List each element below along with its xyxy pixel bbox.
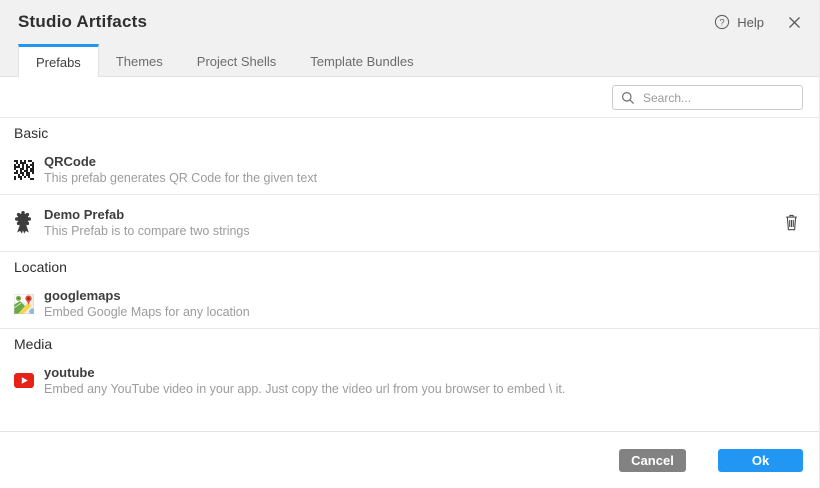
list-item-googlemaps[interactable]: googlemaps Embed Google Maps for any loc… xyxy=(0,280,819,329)
list-item-youtube[interactable]: youtube Embed any YouTube video in your … xyxy=(0,357,819,405)
search-input[interactable] xyxy=(641,90,794,106)
section-header-basic: Basic xyxy=(0,118,819,146)
item-text: googlemaps Embed Google Maps for any loc… xyxy=(44,287,803,320)
cancel-button[interactable]: Cancel xyxy=(619,449,686,472)
help-label: Help xyxy=(737,15,764,30)
item-title: Demo Prefab xyxy=(44,207,782,223)
tab-bar: Prefabs Themes Project Shells Template B… xyxy=(0,44,819,77)
prefabs-list: Basic xyxy=(0,118,819,405)
item-title: QRCode xyxy=(44,154,803,170)
close-icon[interactable] xyxy=(788,16,801,29)
item-description: Embed Google Maps for any location xyxy=(44,305,803,320)
studio-artifacts-dialog: Studio Artifacts ? Help Prefabs Themes P… xyxy=(0,0,820,488)
dialog-footer: Cancel Ok xyxy=(0,431,819,488)
list-item-demo-prefab[interactable]: Demo Prefab This Prefab is to compare tw… xyxy=(0,195,819,252)
item-text: QRCode This prefab generates QR Code for… xyxy=(44,153,803,186)
section-header-media: Media xyxy=(0,329,819,357)
help-icon: ? xyxy=(714,14,730,30)
dialog-title: Studio Artifacts xyxy=(18,12,147,32)
item-title: youtube xyxy=(44,365,803,381)
svg-text:?: ? xyxy=(720,17,725,28)
ok-button[interactable]: Ok xyxy=(718,449,803,472)
item-text: youtube Embed any YouTube video in your … xyxy=(44,364,803,397)
header-actions: ? Help xyxy=(714,14,801,30)
trash-icon xyxy=(784,214,799,231)
delete-prefab-button[interactable] xyxy=(782,212,801,233)
list-item-qrcode[interactable]: QRCode This prefab generates QR Code for… xyxy=(0,146,819,195)
search-row xyxy=(0,77,819,118)
item-text: Demo Prefab This Prefab is to compare tw… xyxy=(44,206,782,239)
tab-template-bundles[interactable]: Template Bundles xyxy=(293,44,430,76)
qrcode-icon xyxy=(14,160,34,180)
item-description: This Prefab is to compare two strings xyxy=(44,224,782,239)
search-icon xyxy=(621,91,635,105)
googlemaps-icon xyxy=(14,294,34,314)
tab-project-shells[interactable]: Project Shells xyxy=(180,44,293,76)
ribbon-award-icon xyxy=(14,211,34,235)
section-header-location: Location xyxy=(0,252,819,280)
help-button[interactable]: ? Help xyxy=(714,14,764,30)
item-description: Embed any YouTube video in your app. Jus… xyxy=(44,382,803,397)
search-box[interactable] xyxy=(612,85,803,110)
youtube-icon xyxy=(14,373,34,388)
item-description: This prefab generates QR Code for the gi… xyxy=(44,171,803,186)
item-title: googlemaps xyxy=(44,288,803,304)
tab-themes[interactable]: Themes xyxy=(99,44,180,76)
tab-prefabs[interactable]: Prefabs xyxy=(18,44,99,77)
dialog-header: Studio Artifacts ? Help xyxy=(0,0,819,44)
